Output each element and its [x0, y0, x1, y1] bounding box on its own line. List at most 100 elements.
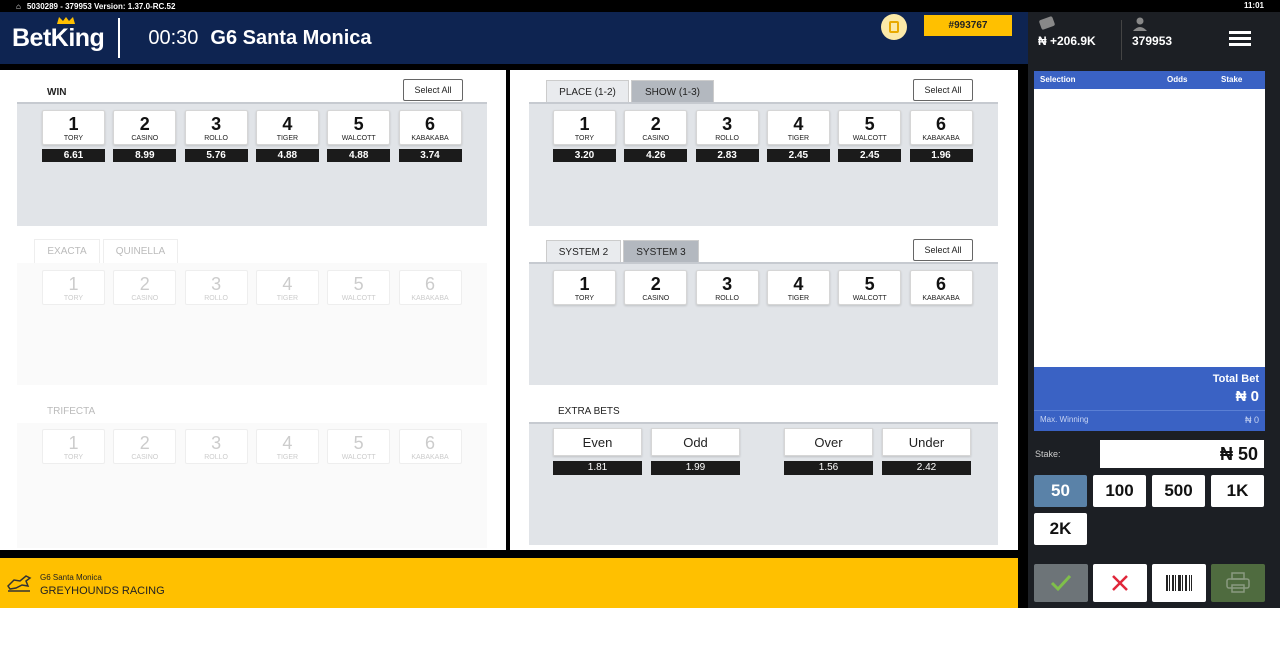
exacta-runner-4[interactable]: 4 TIGER: [255, 270, 319, 305]
exacta-runner-5[interactable]: 5 WALCOTT: [327, 270, 391, 305]
barcode-button[interactable]: [1152, 564, 1206, 602]
system-runner-3[interactable]: 3 ROLLO: [695, 270, 759, 305]
betslip-list: [1034, 89, 1265, 367]
runner-number: 2: [139, 114, 150, 134]
stake-amount-2k[interactable]: 2K: [1034, 513, 1087, 545]
betking-screen: ⌂ 5030289 - 379953 Version: 1.37.0-RC.52…: [0, 0, 1280, 663]
stake-amount-500[interactable]: 500: [1152, 475, 1205, 507]
tab-system-3[interactable]: SYSTEM 3: [623, 240, 699, 264]
exacta-runner-1[interactable]: 1 TORY: [42, 270, 105, 305]
win-runner-4[interactable]: 4 TIGER: [255, 110, 319, 145]
exacta-runner-2[interactable]: 2 CASINO: [113, 270, 177, 305]
stake-amount-100[interactable]: 100: [1093, 475, 1146, 507]
print-button[interactable]: [1211, 564, 1265, 602]
place-runner-4[interactable]: 4 TIGER: [766, 110, 830, 145]
system-runner-4[interactable]: 4 TIGER: [766, 270, 830, 305]
stake-label: Stake:: [1035, 449, 1061, 459]
exacta-runner-3[interactable]: 3 ROLLO: [184, 270, 248, 305]
runner-number: 6: [935, 114, 946, 134]
win-runner-5[interactable]: 5 WALCOTT: [327, 110, 391, 145]
win-runner-3[interactable]: 3 ROLLO: [184, 110, 248, 145]
system-runner-5[interactable]: 5 WALCOTT: [838, 270, 902, 305]
runner-number: 5: [353, 433, 364, 453]
account-balance: ₦ +206.9K: [1038, 34, 1096, 48]
extra-bet-over-button[interactable]: Over: [784, 428, 873, 456]
place-runner-1[interactable]: 1 TORY: [553, 110, 616, 145]
trifecta-runner-6[interactable]: 6 KABAKABA: [398, 429, 462, 464]
tab-quinella[interactable]: QUINELLA: [103, 239, 178, 263]
max-winning-value: ₦ 0: [1244, 415, 1259, 425]
race-name: G6 Santa Monica: [210, 26, 372, 49]
system-runner-6[interactable]: 6 KABAKABA: [909, 270, 973, 305]
runner-number: 2: [650, 274, 661, 294]
extra-bets-label: EXTRA BETS: [558, 406, 620, 417]
runner-name: ROLLO: [715, 295, 739, 302]
runner-name: WALCOTT: [852, 295, 887, 302]
stake-amount-50[interactable]: 50: [1034, 475, 1087, 507]
panel-divider: [506, 70, 510, 551]
confirm-button[interactable]: [1034, 564, 1088, 602]
trifecta-runner-4[interactable]: 4 TIGER: [255, 429, 319, 464]
system-status-bar: ⌂ 5030289 - 379953 Version: 1.37.0-RC.52…: [0, 0, 1280, 12]
cancel-button[interactable]: [1093, 564, 1147, 602]
tab-show[interactable]: SHOW (1-3): [631, 80, 714, 104]
runner-name: WALCOTT: [341, 454, 376, 461]
trifecta-runner-2[interactable]: 2 CASINO: [113, 429, 177, 464]
trifecta-runner-5[interactable]: 5 WALCOTT: [327, 429, 391, 464]
runner-name: ROLLO: [204, 295, 228, 302]
runner-name: TORY: [574, 295, 595, 302]
runner-name: ROLLO: [204, 135, 228, 142]
place-odds-6: 1.96: [909, 149, 973, 162]
win-runner-2[interactable]: 2 CASINO: [113, 110, 177, 145]
exacta-runner-6[interactable]: 6 KABAKABA: [398, 270, 462, 305]
betslip-header: Selection Odds Stake: [1034, 71, 1265, 89]
win-runner-1[interactable]: 1 TORY: [42, 110, 105, 145]
terminal-info: 5030289 - 379953 Version: 1.37.0-RC.52: [26, 1, 176, 11]
extra-bet-under-button[interactable]: Under: [882, 428, 971, 456]
footer-race-type: GREYHOUNDS RACING: [40, 585, 165, 597]
place-select-all-button[interactable]: Select All: [913, 79, 973, 101]
race-countdown: 00:30: [148, 26, 199, 49]
ticket-icon[interactable]: [881, 14, 907, 40]
place-odds-5: 2.45: [838, 149, 902, 162]
trifecta-label: TRIFECTA: [47, 406, 96, 417]
system-select-all-button[interactable]: Select All: [913, 239, 973, 261]
extra-bet-odd-button[interactable]: Odd: [651, 428, 740, 456]
runner-number: 5: [353, 114, 364, 134]
system-runner-1[interactable]: 1 TORY: [553, 270, 616, 305]
place-runner-2[interactable]: 2 CASINO: [624, 110, 688, 145]
ticket-id-badge[interactable]: #993767: [924, 15, 1012, 36]
trifecta-runner-3[interactable]: 3 ROLLO: [184, 429, 248, 464]
win-label: WIN: [47, 87, 67, 98]
place-runner-6[interactable]: 6 KABAKABA: [909, 110, 973, 145]
greyhound-icon: [7, 575, 32, 592]
hamburger-menu-icon[interactable]: [1229, 31, 1251, 47]
account-divider: [1121, 20, 1122, 60]
trifecta-runner-1[interactable]: 1 TORY: [42, 429, 105, 464]
runner-name: TORY: [63, 135, 84, 142]
runner-name: CASINO: [642, 295, 670, 302]
stake-amount-1k[interactable]: 1K: [1211, 475, 1264, 507]
win-odds-4: 4.88: [255, 149, 319, 162]
runner-number: 2: [650, 114, 661, 134]
runner-name: CASINO: [131, 135, 159, 142]
win-select-all-button[interactable]: Select All: [403, 79, 463, 101]
system-runner-2[interactable]: 2 CASINO: [624, 270, 688, 305]
place-odds-3: 2.83: [695, 149, 759, 162]
place-runner-5[interactable]: 5 WALCOTT: [838, 110, 902, 145]
stake-input[interactable]: ₦ 50: [1100, 440, 1264, 468]
close-icon: [1112, 575, 1128, 591]
runner-number: 3: [722, 274, 733, 294]
tab-system-2[interactable]: SYSTEM 2: [546, 240, 621, 264]
tab-place[interactable]: PLACE (1-2): [546, 80, 629, 104]
extra-bet-even-button[interactable]: Even: [553, 428, 642, 456]
runner-name: TORY: [63, 454, 84, 461]
place-runner-3[interactable]: 3 ROLLO: [695, 110, 759, 145]
win-odds-1: 6.61: [42, 149, 105, 162]
win-runner-6[interactable]: 6 KABAKABA: [398, 110, 462, 145]
runner-number: 3: [211, 433, 222, 453]
extra-bet-even-odds: 1.81: [553, 461, 642, 475]
tab-exacta[interactable]: EXACTA: [34, 239, 100, 263]
runner-number: 1: [68, 433, 79, 453]
runner-name: WALCOTT: [341, 135, 376, 142]
